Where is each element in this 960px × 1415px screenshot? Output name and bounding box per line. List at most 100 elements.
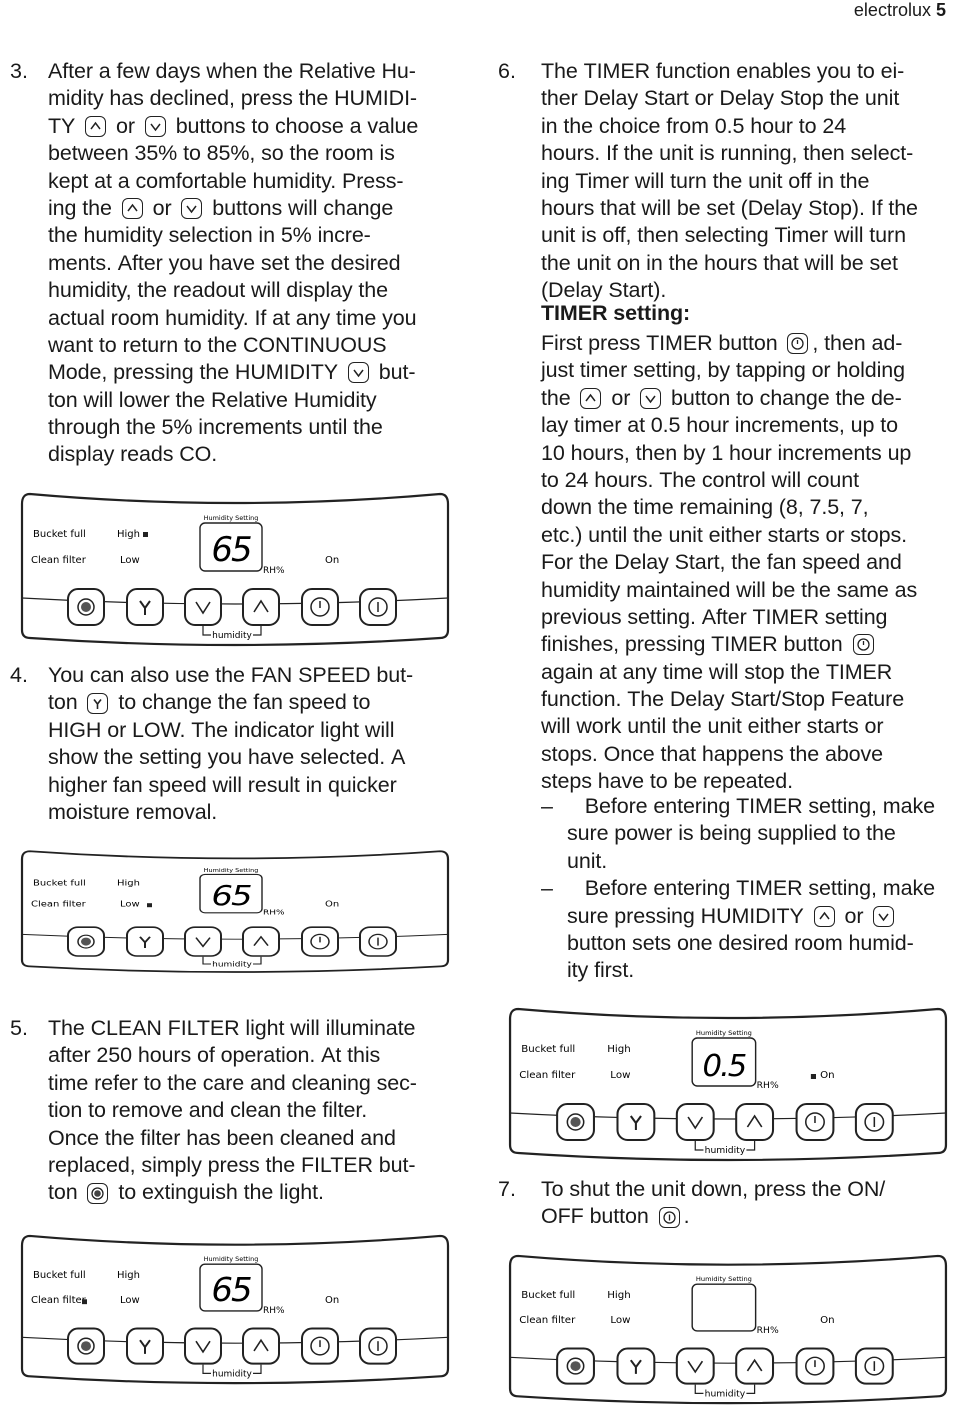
control-panel-clean-filter: Bucket full Clean filter High Low Humidi… bbox=[20, 1232, 450, 1388]
timer-button[interactable] bbox=[795, 1103, 835, 1141]
humidity-up-button[interactable] bbox=[242, 1327, 280, 1365]
text: or bbox=[110, 113, 141, 138]
text: The CLEAN FILTER light will illuminate bbox=[48, 1016, 416, 1040]
rh-label: RH% bbox=[757, 1081, 779, 1091]
humidity-down-button[interactable] bbox=[184, 926, 222, 957]
text: – bbox=[541, 794, 559, 818]
text: the unit on in the hours that will be se… bbox=[541, 250, 898, 275]
filter-icon bbox=[87, 1182, 109, 1204]
text-line: unit. bbox=[541, 848, 935, 875]
humidity-setting-label: Humidity Setting bbox=[204, 514, 259, 522]
text-line: ton will lower the Relative Humidity bbox=[48, 387, 418, 414]
on-off-button[interactable] bbox=[854, 1103, 894, 1141]
text-line: time refer to the care and cleaning sec- bbox=[48, 1070, 417, 1097]
low-label: Low bbox=[120, 555, 140, 566]
filter-button[interactable] bbox=[67, 1327, 105, 1365]
text: button sets one desired room humid- bbox=[567, 930, 914, 955]
text: moisture removal. bbox=[48, 799, 218, 824]
timer-button[interactable] bbox=[301, 1327, 339, 1365]
timer-icon bbox=[852, 634, 874, 656]
text-line: the humidity selection in 5% incre- bbox=[48, 222, 418, 249]
text-line: For the Delay Start, the fan speed and bbox=[541, 549, 917, 576]
fan-speed-button[interactable] bbox=[126, 926, 164, 957]
text-line: in the choice from 0.5 hour to 24 bbox=[541, 113, 918, 140]
text: to extinguish the light. bbox=[112, 1180, 324, 1205]
text-line: After a few days when the Relative Hu- bbox=[48, 58, 418, 85]
rh-label: RH% bbox=[263, 907, 285, 916]
filter-button[interactable] bbox=[67, 926, 105, 957]
text-line: finishes, pressing TIMER button bbox=[541, 631, 917, 658]
clean-filter-label: Clean filter bbox=[31, 900, 86, 909]
text-line: ton to change the fan speed to bbox=[48, 689, 413, 716]
text-line: unit is off, then selecting Timer will t… bbox=[541, 222, 918, 249]
display-value: 0.5 bbox=[703, 1049, 746, 1084]
text: or bbox=[146, 195, 178, 220]
text: the bbox=[541, 385, 577, 410]
timer-button[interactable] bbox=[301, 588, 339, 626]
text: ton bbox=[48, 1180, 84, 1205]
indicator-light bbox=[143, 532, 148, 537]
text: unit is off, then selecting Timer will t… bbox=[541, 223, 906, 248]
on-off-button[interactable] bbox=[359, 1327, 397, 1365]
text: Once the filter has been cleaned and bbox=[48, 1125, 396, 1150]
text: tion to remove and clean the filter. bbox=[48, 1098, 368, 1123]
text-line: – Before entering TIMER setting, make bbox=[541, 875, 935, 902]
text: For the Delay Start, the fan speed and bbox=[541, 550, 902, 575]
paragraph-3: After a few days when the Relative Hu-mi… bbox=[48, 58, 418, 469]
text-line: Mode, pressing the HUMIDITY but- bbox=[48, 359, 418, 386]
timer-button[interactable] bbox=[301, 926, 339, 957]
indicator-light bbox=[82, 1299, 87, 1305]
on-off-button[interactable] bbox=[359, 588, 397, 626]
text: actual room humidity. If at any time you bbox=[48, 305, 417, 330]
text-line: sure power is being supplied to the bbox=[541, 820, 935, 847]
text: the humidity selection in 5% incre- bbox=[48, 223, 371, 248]
humidity-setting-label: Humidity Setting bbox=[204, 1255, 259, 1263]
text: humidity maintained will be the same as bbox=[541, 577, 918, 602]
text: kept at a comfortable humidity. Press- bbox=[48, 168, 404, 193]
power-icon bbox=[658, 1206, 680, 1228]
text-line: steps have to be repeated. bbox=[541, 768, 917, 795]
text: Before entering TIMER setting, make bbox=[584, 794, 935, 818]
filter-button[interactable] bbox=[67, 588, 105, 626]
filter-button[interactable] bbox=[556, 1103, 595, 1141]
display-value: 65 bbox=[211, 530, 251, 570]
item-number: 7. bbox=[498, 1177, 516, 1201]
filter-button[interactable] bbox=[556, 1347, 595, 1385]
humidity-up-button[interactable] bbox=[735, 1103, 775, 1141]
humidity-label: humidity bbox=[705, 1146, 746, 1156]
text: After a few days when the Relative Hu- bbox=[48, 59, 416, 83]
fan-speed-button[interactable] bbox=[126, 1327, 164, 1365]
low-label: Low bbox=[120, 900, 140, 909]
humidity-down-button[interactable] bbox=[675, 1103, 715, 1141]
fan-speed-button[interactable] bbox=[616, 1347, 656, 1385]
fan-speed-button[interactable] bbox=[126, 588, 164, 626]
fan-speed-button[interactable] bbox=[616, 1103, 656, 1141]
text-line: after 250 hours of operation. At this bbox=[48, 1042, 417, 1069]
display-value: 65 bbox=[211, 880, 250, 912]
text: HIGH or LOW. The indicator light will bbox=[48, 717, 395, 742]
text: want to return to the CONTINUOUS bbox=[48, 332, 387, 357]
humidity-up-button[interactable] bbox=[242, 926, 280, 957]
humidity-down-button[interactable] bbox=[184, 1327, 222, 1365]
text-line: hours that will be set (Delay Stop). If … bbox=[541, 195, 918, 222]
down-arrow-icon bbox=[873, 905, 895, 927]
humidity-up-button[interactable] bbox=[242, 588, 280, 626]
humidity-down-button[interactable] bbox=[675, 1347, 715, 1385]
text: midity has declined, press the HUMIDI- bbox=[48, 86, 417, 111]
humidity-up-button[interactable] bbox=[735, 1347, 775, 1385]
timer-icon bbox=[787, 333, 809, 355]
down-arrow-icon bbox=[181, 198, 203, 220]
text-line: etc.) until the unit either starts or st… bbox=[541, 522, 917, 549]
text: ments. After you have set the desired bbox=[48, 250, 401, 275]
on-label: On bbox=[820, 1315, 835, 1326]
on-off-button[interactable] bbox=[854, 1347, 894, 1385]
low-label: Low bbox=[610, 1070, 630, 1081]
on-off-button[interactable] bbox=[359, 926, 397, 957]
indicator-light bbox=[147, 903, 152, 908]
on-label: On bbox=[820, 1070, 835, 1081]
humidity-label: humidity bbox=[212, 1369, 252, 1379]
humidity-down-button[interactable] bbox=[184, 588, 222, 626]
up-arrow-icon bbox=[85, 115, 107, 137]
text: through the 5% increments until the bbox=[48, 415, 383, 440]
timer-button[interactable] bbox=[795, 1347, 835, 1385]
